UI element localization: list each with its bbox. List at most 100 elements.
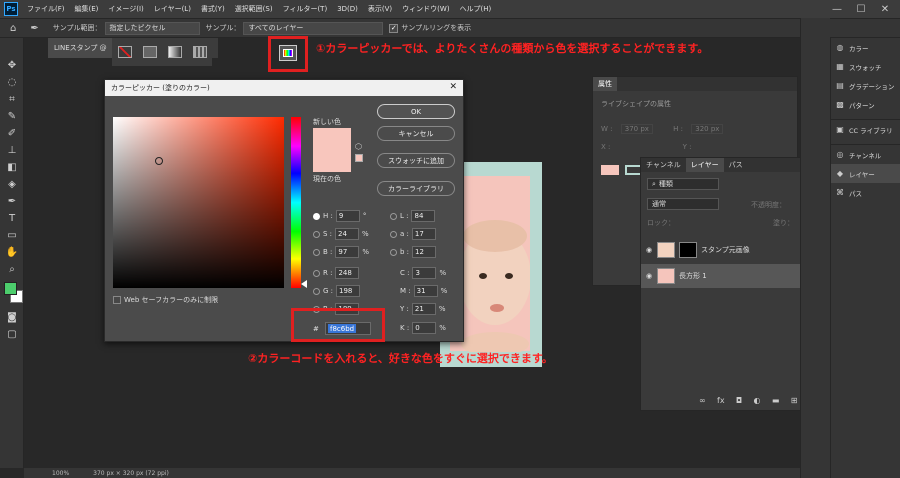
add-swatch-button[interactable]: スウォッチに追加 <box>377 153 455 168</box>
w-value[interactable]: 370 px <box>620 124 653 134</box>
dock-item-layers[interactable]: ◆ レイヤー <box>831 164 900 183</box>
l-radio[interactable] <box>390 212 397 220</box>
y-input[interactable]: 21 <box>411 303 436 315</box>
stamp-tool-icon[interactable]: ⊥ <box>2 142 22 158</box>
properties-tab[interactable]: 属性 <box>593 77 617 91</box>
menu-edit[interactable]: 編集(E) <box>70 4 104 14</box>
crop-tool-icon[interactable]: ⌗ <box>2 91 22 107</box>
m-input[interactable]: 31 <box>413 285 438 297</box>
brush-tool-icon[interactable]: ✐ <box>2 125 22 141</box>
menu-view[interactable]: 表示(V) <box>363 4 397 14</box>
close-icon[interactable]: ✕ <box>874 0 896 18</box>
cube-icon[interactable]: ⬡ <box>355 142 362 151</box>
fill-color-swatch[interactable] <box>601 165 619 175</box>
move-tool-icon[interactable]: ✥ <box>2 57 22 73</box>
blend-mode-select[interactable]: 通常 <box>647 198 719 210</box>
eraser-tool-icon[interactable]: ◧ <box>2 159 22 175</box>
dock-item-channels[interactable]: ◎ チャンネル <box>831 145 900 164</box>
zoom-level[interactable]: 100% <box>52 470 69 477</box>
bucket-tool-icon[interactable]: ◈ <box>2 176 22 192</box>
menu-filter[interactable]: フィルター(T) <box>278 4 333 14</box>
dock-item-patterns[interactable]: ▩ パターン <box>831 95 900 114</box>
h-radio[interactable] <box>313 212 320 220</box>
sample-range-select[interactable]: 指定したピクセル <box>104 21 200 35</box>
quick-mask-icon[interactable]: ◙ <box>2 309 22 325</box>
g-radio[interactable] <box>313 287 320 295</box>
dock-item-paths[interactable]: ⌘ パス <box>831 183 900 202</box>
dock-item-gradients[interactable]: ▤ グラデーション <box>831 76 900 95</box>
b-radio[interactable] <box>313 248 320 256</box>
lab-b-radio[interactable] <box>390 248 397 256</box>
dock-item-color[interactable]: ◍ カラー <box>831 38 900 57</box>
mask-icon[interactable]: ◘ <box>736 396 742 405</box>
folder-icon[interactable]: ▬ <box>772 396 780 405</box>
lasso-tool-icon[interactable]: ◌ <box>2 74 22 90</box>
link-icon[interactable]: ∞ <box>699 396 706 405</box>
a-radio[interactable] <box>390 230 397 238</box>
c-input[interactable]: 3 <box>412 267 437 279</box>
color-libraries-button[interactable]: カラーライブラリ <box>377 181 455 196</box>
gradient-fill-icon[interactable] <box>167 46 182 58</box>
home-icon[interactable]: ⌂ <box>10 23 16 34</box>
color-picker-icon[interactable] <box>279 45 297 61</box>
document-tab[interactable]: LINEスタンプ @ <box>48 38 113 58</box>
hue-slider-handle[interactable] <box>301 280 307 288</box>
lab-b-input[interactable]: 12 <box>412 246 437 258</box>
dock-item-cc-libraries[interactable]: ▣ CC ライブラリ <box>831 120 900 139</box>
saturation-brightness-field[interactable] <box>113 117 284 288</box>
s-radio[interactable] <box>313 230 320 238</box>
menu-layer[interactable]: レイヤー(L) <box>149 4 196 14</box>
eye-icon[interactable]: ◉ <box>641 246 657 254</box>
hue-slider[interactable] <box>291 117 301 288</box>
show-ring-checkbox[interactable]: ✓ <box>389 23 399 33</box>
eye-icon[interactable]: ◉ <box>641 272 657 280</box>
hex-code-input[interactable]: f8c6bd <box>325 322 371 335</box>
menu-3d[interactable]: 3D(D) <box>332 5 363 13</box>
maximize-icon[interactable]: ☐ <box>850 0 872 18</box>
r-radio[interactable] <box>313 269 320 277</box>
zoom-tool-icon[interactable]: ⌕ <box>2 261 22 277</box>
menu-select[interactable]: 選択範囲(S) <box>230 4 278 14</box>
r-input[interactable]: 248 <box>335 267 360 279</box>
no-fill-icon[interactable] <box>117 46 132 58</box>
web-color-swatch[interactable] <box>355 154 363 162</box>
ok-button[interactable]: OK <box>377 104 455 119</box>
menu-type[interactable]: 書式(Y) <box>196 4 230 14</box>
menu-window[interactable]: ウィンドウ(W) <box>397 4 454 14</box>
dock-item-swatches[interactable]: ▦ スウォッチ <box>831 57 900 76</box>
menu-image[interactable]: イメージ(I) <box>103 4 148 14</box>
layer-row-selected[interactable]: ◉ 長方形 1 <box>641 264 826 288</box>
current-color-swatch[interactable] <box>313 150 351 172</box>
l-input[interactable]: 84 <box>411 210 436 222</box>
screen-mode-icon[interactable]: ▢ <box>2 326 22 342</box>
menu-file[interactable]: ファイル(F) <box>22 4 70 14</box>
type-tool-icon[interactable]: T <box>2 210 22 226</box>
s-input[interactable]: 24 <box>335 228 360 240</box>
h-value[interactable]: 320 px <box>691 124 724 134</box>
pen-tool-icon[interactable]: ✒ <box>2 193 22 209</box>
tab-channels[interactable]: チャンネル <box>641 158 686 172</box>
g-input[interactable]: 198 <box>336 285 361 297</box>
a-input[interactable]: 17 <box>411 228 436 240</box>
color-cursor[interactable] <box>155 157 163 165</box>
layer-row[interactable]: ◉ スタンプ元画像 <box>641 238 826 262</box>
solid-fill-icon[interactable] <box>142 46 157 58</box>
minimize-icon[interactable]: — <box>826 0 848 18</box>
foreground-color-swatch[interactable] <box>4 282 17 295</box>
web-safe-checkbox[interactable] <box>113 296 121 304</box>
tab-paths[interactable]: パス <box>724 158 748 172</box>
tab-layers[interactable]: レイヤー <box>685 158 724 172</box>
adjustment-icon[interactable]: ◐ <box>754 396 761 405</box>
eyedropper-icon[interactable]: ✎ <box>2 108 22 124</box>
new-layer-icon[interactable]: ⊞ <box>791 396 798 405</box>
eyedropper-tool-icon[interactable]: ✒ <box>30 23 38 34</box>
cancel-button[interactable]: キャンセル <box>377 126 455 141</box>
k-input[interactable]: 0 <box>412 322 437 334</box>
hand-tool-icon[interactable]: ✋ <box>2 244 22 260</box>
shape-tool-icon[interactable]: ▭ <box>2 227 22 243</box>
layer-filter-select[interactable]: ⌕ 種類 <box>647 178 719 190</box>
sample-layers-select[interactable]: すべてのレイヤー <box>243 21 384 35</box>
menu-help[interactable]: ヘルプ(H) <box>455 4 497 14</box>
b-input[interactable]: 97 <box>335 246 360 258</box>
dialog-close-icon[interactable]: ✕ <box>449 82 457 92</box>
